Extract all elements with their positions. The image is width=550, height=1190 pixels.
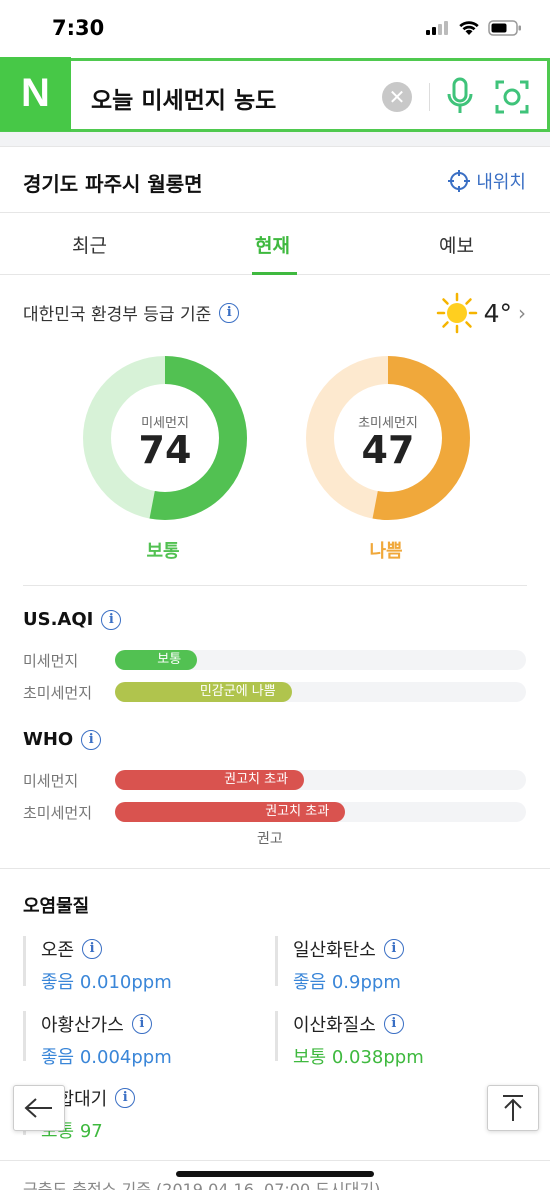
pollutant-name: 일산화탄소 xyxy=(293,939,376,961)
my-location-button[interactable]: 내위치 xyxy=(448,168,526,194)
station-info: 근측도 측정소 기준 (2019.04.16. 07:00 도시대기) xyxy=(23,1180,381,1190)
pollutant-co: 일산화탄소 i 좋음 0.9ppm xyxy=(275,936,404,993)
section-divider xyxy=(0,868,550,869)
pollutant-value: 좋음 0.9ppm xyxy=(293,972,401,993)
who-pm10-bar: 권고치 초과 xyxy=(115,770,526,790)
info-icon[interactable]: i xyxy=(81,729,102,750)
pollutant-so2: 아황산가스 i 좋음 0.004ppm xyxy=(23,1011,172,1068)
usaqi-title: US.AQI i xyxy=(23,609,122,630)
status-bar: 7:30 xyxy=(0,0,550,58)
pollutant-value: 좋음 0.004ppm xyxy=(41,1047,172,1068)
grade-standard-label: 대한민국 환경부 등급 기준 xyxy=(23,305,212,325)
info-icon[interactable]: i xyxy=(383,1013,404,1034)
voice-search-icon[interactable] xyxy=(444,77,476,117)
search-divider xyxy=(429,83,430,111)
divider xyxy=(23,585,527,586)
who-pm10-label: 미세먼지 xyxy=(23,772,79,790)
who-pm25-bar: 권고치 초과 xyxy=(115,802,526,822)
pollutant-name: 아황산가스 xyxy=(41,1014,124,1036)
usaqi-pm25-label: 초미세먼지 xyxy=(23,684,93,702)
location-name: 경기도 파주시 월롱면 xyxy=(23,172,203,196)
status-time: 7:30 xyxy=(52,16,105,40)
back-button[interactable] xyxy=(13,1085,65,1131)
info-icon[interactable]: i xyxy=(219,302,240,323)
location-header: 경기도 파주시 월롱면 내위치 xyxy=(0,147,550,213)
wifi-icon xyxy=(459,21,479,35)
who-pm10-fill: 권고치 초과 xyxy=(115,770,305,790)
back-arrow-icon xyxy=(24,1098,52,1118)
pm10-gauge: 미세먼지 74 xyxy=(83,356,247,520)
pm10-value: 74 xyxy=(138,428,192,472)
tab-bar: 최근 현재 예보 xyxy=(0,213,550,275)
pollutant-no2: 이산화질소 i 보통 0.038ppm xyxy=(275,1011,424,1068)
usaqi-title-text: US.AQI xyxy=(23,609,94,630)
info-icon[interactable]: i xyxy=(383,938,404,959)
who-pm25-label: 초미세먼지 xyxy=(23,804,93,822)
temperature: 4° xyxy=(483,298,512,328)
scroll-top-icon xyxy=(503,1095,523,1121)
pm10-grade: 보통 xyxy=(146,541,180,562)
who-title-text: WHO xyxy=(23,729,74,750)
info-icon[interactable]: i xyxy=(131,1013,152,1034)
info-icon[interactable]: i xyxy=(101,609,122,630)
battery-icon xyxy=(488,20,521,36)
pm25-grade: 나쁨 xyxy=(369,541,403,562)
footer-divider xyxy=(0,1160,550,1161)
status-icons xyxy=(426,20,522,36)
usaqi-pm25-bar: 민감군에 나쁨 xyxy=(115,682,526,702)
pm25-value: 47 xyxy=(361,428,415,472)
active-tab-indicator xyxy=(252,272,297,275)
pollutant-name: 이산화질소 xyxy=(293,1014,376,1036)
usaqi-pm10-fill: 보통 xyxy=(115,650,198,670)
pm25-gauge: 초미세먼지 47 xyxy=(306,356,470,520)
who-recommend-label: 권고 xyxy=(257,831,283,847)
who-pm25-fill: 권고치 초과 xyxy=(115,802,346,822)
scroll-top-button[interactable] xyxy=(487,1085,539,1131)
naver-logo[interactable]: N xyxy=(0,56,71,131)
lens-search-icon[interactable] xyxy=(494,79,530,115)
usaqi-pm10-bar: 보통 xyxy=(115,650,526,670)
grade-standard: 대한민국 환경부 등급 기준 i xyxy=(23,300,240,325)
clear-search-button[interactable]: ✕ xyxy=(382,82,412,112)
chevron-right-icon: › xyxy=(518,301,526,325)
crosshair-icon xyxy=(448,170,471,192)
info-icon[interactable]: i xyxy=(115,1087,136,1108)
pollutant-value: 좋음 0.010ppm xyxy=(41,972,172,993)
search-bar: N 오늘 미세먼지 농도 ✕ xyxy=(0,56,550,132)
tab-current[interactable]: 현재 xyxy=(255,231,290,258)
who-title: WHO i xyxy=(23,729,102,750)
my-location-label: 내위치 xyxy=(476,172,526,193)
pollutant-ozone: 오존 i 좋음 0.010ppm xyxy=(23,936,172,993)
weather-summary[interactable]: 4° › xyxy=(436,292,526,334)
usaqi-pm25-fill: 민감군에 나쁨 xyxy=(115,682,292,702)
home-indicator[interactable] xyxy=(176,1171,374,1177)
pollutants-title: 오염물질 xyxy=(23,896,90,917)
close-icon: ✕ xyxy=(388,85,406,109)
pollutant-value: 보통 0.038ppm xyxy=(293,1047,424,1068)
usaqi-pm10-label: 미세먼지 xyxy=(23,652,79,670)
signal-icon xyxy=(426,21,448,35)
tab-recent[interactable]: 최근 xyxy=(72,231,107,258)
pollutant-name: 오존 xyxy=(41,939,75,961)
section-gap xyxy=(0,132,550,147)
info-icon[interactable]: i xyxy=(82,938,103,959)
search-input[interactable]: 오늘 미세먼지 농도 xyxy=(91,81,276,115)
sun-icon xyxy=(436,292,477,334)
tab-forecast[interactable]: 예보 xyxy=(439,231,474,258)
